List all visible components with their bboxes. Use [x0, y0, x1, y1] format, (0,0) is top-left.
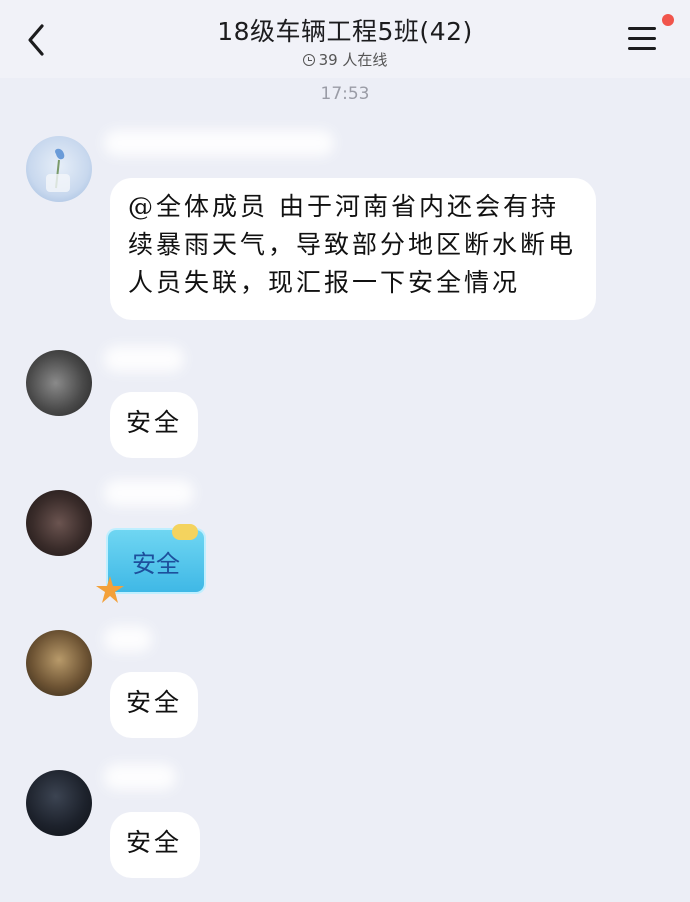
sender-nickname-blurred — [104, 346, 184, 372]
sender-nickname-blurred — [104, 764, 176, 790]
sender-nickname-blurred — [104, 480, 194, 506]
message-timestamp: 17:53 — [320, 84, 370, 104]
avatar[interactable] — [26, 490, 92, 556]
message-bubble[interactable]: @全体成员 由于河南省内还会有持续暴雨天气，导致部分地区断水断电人员失联，现汇报… — [110, 178, 596, 320]
clock-icon — [302, 54, 315, 66]
notification-dot-icon — [662, 14, 674, 26]
hamburger-menu-icon-bar — [628, 37, 656, 40]
hamburger-menu-icon — [628, 27, 656, 30]
menu-button[interactable] — [626, 14, 674, 54]
online-status: 39 人在线 — [0, 49, 690, 70]
online-status-text: 39 人在线 — [318, 51, 388, 69]
sticker-message[interactable]: 安全 — [96, 524, 204, 603]
message-text: 安全 — [126, 828, 183, 857]
message-text: @全体成员 由于河南省内还会有持续暴雨天气，导致部分地区断水断电人员失联，现汇报… — [128, 192, 577, 297]
avatar[interactable] — [26, 350, 92, 416]
crown-badge-icon — [172, 524, 198, 540]
message-bubble[interactable]: 安全 — [110, 812, 200, 878]
chat-title: 18级车辆工程5班(42) — [217, 17, 473, 46]
starfish-icon — [96, 576, 124, 603]
flower-avatar-icon — [46, 148, 70, 192]
hamburger-menu-icon-bar — [628, 47, 656, 50]
avatar[interactable] — [26, 770, 92, 836]
message-text: 安全 — [126, 688, 183, 717]
message-bubble[interactable]: 安全 — [110, 392, 198, 458]
message-text: 安全 — [126, 408, 183, 437]
avatar[interactable] — [26, 136, 92, 202]
sender-nickname-blurred — [104, 626, 152, 652]
chat-header: 18级车辆工程5班(42) 39 人在线 — [0, 0, 690, 78]
avatar[interactable] — [26, 630, 92, 696]
message-bubble[interactable]: 安全 — [110, 672, 198, 738]
sender-nickname-blurred — [104, 130, 334, 156]
